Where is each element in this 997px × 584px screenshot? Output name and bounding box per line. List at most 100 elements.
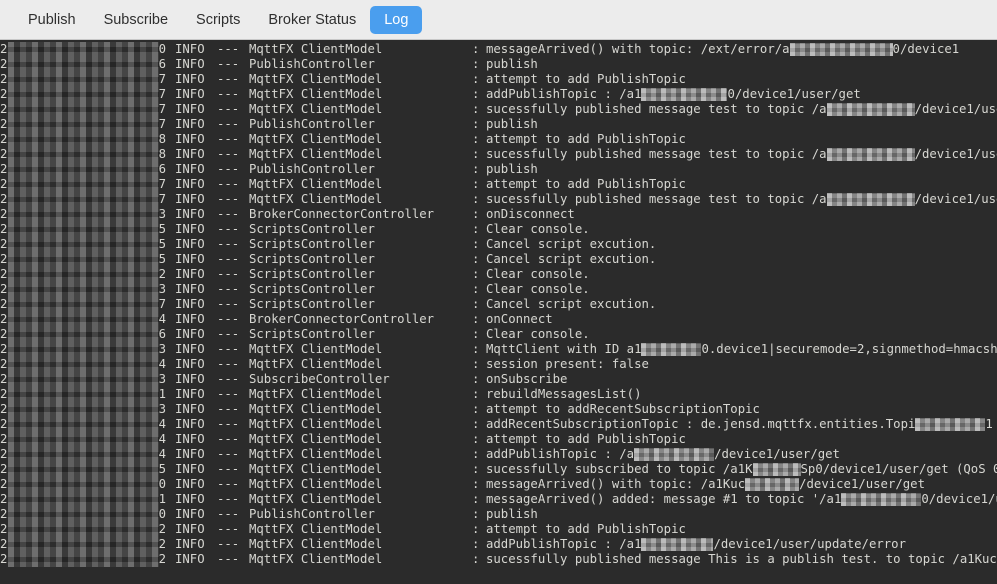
timestamp-prefix: 2 [0, 522, 8, 536]
log-line[interactable]: 2 7 INFO --- ScriptsController: Cancel script… [0, 297, 997, 312]
log-level: INFO [175, 357, 205, 371]
log-separator: --- [217, 462, 240, 476]
log-timestamp: 26 [0, 327, 175, 342]
log-message-text: MqttClient with ID a1 [486, 342, 642, 356]
tab-broker-status[interactable]: Broker Status [254, 6, 370, 34]
log-line[interactable]: 2 0 INFO --- MqttFX ClientModel: messageArriv… [0, 42, 997, 57]
log-line[interactable]: 2 7 INFO --- MqttFX ClientModel: attempt to a… [0, 72, 997, 87]
log-message-text: sucessfully published message test to to… [486, 147, 827, 161]
log-message: attempt to add PublishTopic [486, 432, 997, 447]
tab-publish[interactable]: Publish [14, 6, 90, 34]
log-level: INFO [175, 177, 205, 191]
log-line[interactable]: 2 2 INFO --- MqttFX ClientModel: addPublishTo… [0, 537, 997, 552]
log-line[interactable]: 2 8 INFO --- MqttFX ClientModel: attempt to a… [0, 132, 997, 147]
log-level: INFO [175, 537, 205, 551]
log-timestamp: 21 [0, 387, 175, 402]
log-message: messageArrived() with topic: /a1Kuc/devi… [486, 477, 997, 492]
log-line[interactable]: 2 3 INFO --- MqttFX ClientModel: MqttClient w… [0, 342, 997, 357]
log-line[interactable]: 2 8 INFO --- MqttFX ClientModel: sucessfully … [0, 147, 997, 162]
redacted-timestamp-block [8, 447, 159, 462]
log-line[interactable]: 2 6 INFO --- ScriptsController: Clear console… [0, 327, 997, 342]
log-timestamp: 25 [0, 237, 175, 252]
log-line[interactable]: 2 4 INFO --- MqttFX ClientModel: session pres… [0, 357, 997, 372]
log-message: onSubscribe [486, 372, 997, 387]
log-line[interactable]: 2 5 INFO --- MqttFX ClientModel: sucessfully … [0, 462, 997, 477]
log-colon: : [472, 477, 480, 491]
log-colon: : [472, 147, 480, 161]
timestamp-prefix: 2 [0, 162, 8, 176]
log-separator: --- [217, 237, 240, 251]
log-level: INFO [175, 87, 205, 101]
log-line[interactable]: 2 3 INFO --- ScriptsController: Clear console… [0, 282, 997, 297]
timestamp-prefix: 2 [0, 312, 8, 326]
timestamp-suffix: 0 [158, 42, 166, 56]
tab-log[interactable]: Log [370, 5, 423, 34]
log-message-text-tail: /device1/user/get [799, 477, 925, 491]
log-line[interactable]: 2 1 INFO --- MqttFX ClientModel: rebuildMessa… [0, 387, 997, 402]
log-level: INFO [175, 507, 205, 521]
redacted-timestamp-block [8, 147, 159, 162]
log-line[interactable]: 2 3 INFO --- BrokerConnectorController: onDis… [0, 207, 997, 222]
log-timestamp: 22 [0, 267, 175, 282]
log-message-text: addRecentSubscriptionTopic : de.jensd.mq… [486, 417, 916, 431]
log-line[interactable]: 2 4 INFO --- MqttFX ClientModel: addRecentSub… [0, 417, 997, 432]
log-message-text: Cancel script excution. [486, 252, 657, 266]
log-line[interactable]: 2 6 INFO --- PublishController: publish [0, 57, 997, 72]
log-message: sucessfully published message test to to… [486, 102, 997, 117]
tab-subscribe[interactable]: Subscribe [90, 6, 182, 34]
log-line[interactable]: 2 1 INFO --- MqttFX ClientModel: messageArriv… [0, 492, 997, 507]
log-console[interactable]: 2 0 INFO --- MqttFX ClientModel: messageArriv… [0, 40, 997, 584]
log-logger-name: MqttFX ClientModel [249, 402, 383, 416]
timestamp-suffix: 5 [158, 252, 166, 266]
log-line[interactable]: 2 7 INFO --- MqttFX ClientModel: sucessfully … [0, 102, 997, 117]
log-line[interactable]: 2 0 INFO --- PublishController: publish [0, 507, 997, 522]
log-colon: : [472, 162, 480, 176]
log-separator: --- [217, 117, 240, 131]
log-level: INFO [175, 522, 205, 536]
log-line[interactable]: 2 7 INFO --- MqttFX ClientModel: attempt to a… [0, 177, 997, 192]
log-separator: --- [217, 207, 240, 221]
log-line[interactable]: 2 5 INFO --- ScriptsController: Cancel script… [0, 252, 997, 267]
log-separator: --- [217, 57, 240, 71]
log-separator: --- [217, 372, 240, 386]
log-line[interactable]: 2 4 INFO --- MqttFX ClientModel: attempt to a… [0, 432, 997, 447]
log-message-text: publish [486, 117, 538, 131]
log-line[interactable]: 2 5 INFO --- ScriptsController: Cancel script… [0, 237, 997, 252]
log-line[interactable]: 2 0 INFO --- MqttFX ClientModel: messageArriv… [0, 477, 997, 492]
log-colon: : [472, 462, 480, 476]
redacted-timestamp-block [8, 417, 159, 432]
log-timestamp: 25 [0, 462, 175, 477]
log-message: publish [486, 117, 997, 132]
log-message: Cancel script excution. [486, 237, 997, 252]
log-timestamp: 23 [0, 402, 175, 417]
log-line[interactable]: 2 3 INFO --- SubscribeController: onSubscribe [0, 372, 997, 387]
redacted-timestamp-block [8, 237, 159, 252]
log-line[interactable]: 2 5 INFO --- ScriptsController: Clear console… [0, 222, 997, 237]
redacted-timestamp-block [8, 207, 159, 222]
log-line[interactable]: 2 7 INFO --- PublishController: publish [0, 117, 997, 132]
log-logger-name: MqttFX ClientModel [249, 447, 383, 461]
log-line[interactable]: 2 4 INFO --- BrokerConnectorController: onCon… [0, 312, 997, 327]
log-timestamp: 27 [0, 87, 175, 102]
timestamp-prefix: 2 [0, 552, 8, 566]
log-line[interactable]: 2 7 INFO --- MqttFX ClientModel: addPublishTo… [0, 87, 997, 102]
timestamp-suffix: 3 [158, 342, 166, 356]
log-line[interactable]: 2 2 INFO --- MqttFX ClientModel: sucessfully … [0, 552, 997, 567]
log-logger-name: ScriptsController [249, 252, 375, 266]
log-line[interactable]: 2 2 INFO --- ScriptsController: Clear console… [0, 267, 997, 282]
log-line[interactable]: 2 4 INFO --- MqttFX ClientModel: addPublishTo… [0, 447, 997, 462]
tab-scripts[interactable]: Scripts [182, 6, 254, 34]
log-colon: : [472, 282, 480, 296]
log-line[interactable]: 2 7 INFO --- MqttFX ClientModel: sucessfully … [0, 192, 997, 207]
redacted-block [841, 493, 922, 506]
redacted-block [641, 538, 714, 551]
timestamp-prefix: 2 [0, 87, 8, 101]
log-line[interactable]: 2 2 INFO --- MqttFX ClientModel: attempt to a… [0, 522, 997, 537]
log-separator: --- [217, 267, 240, 281]
log-separator: --- [217, 162, 240, 176]
log-line[interactable]: 2 3 INFO --- MqttFX ClientModel: attempt to a… [0, 402, 997, 417]
log-logger-name: BrokerConnectorController [249, 207, 435, 221]
log-line[interactable]: 2 6 INFO --- PublishController: publish [0, 162, 997, 177]
log-colon: : [472, 417, 480, 431]
timestamp-prefix: 2 [0, 297, 8, 311]
